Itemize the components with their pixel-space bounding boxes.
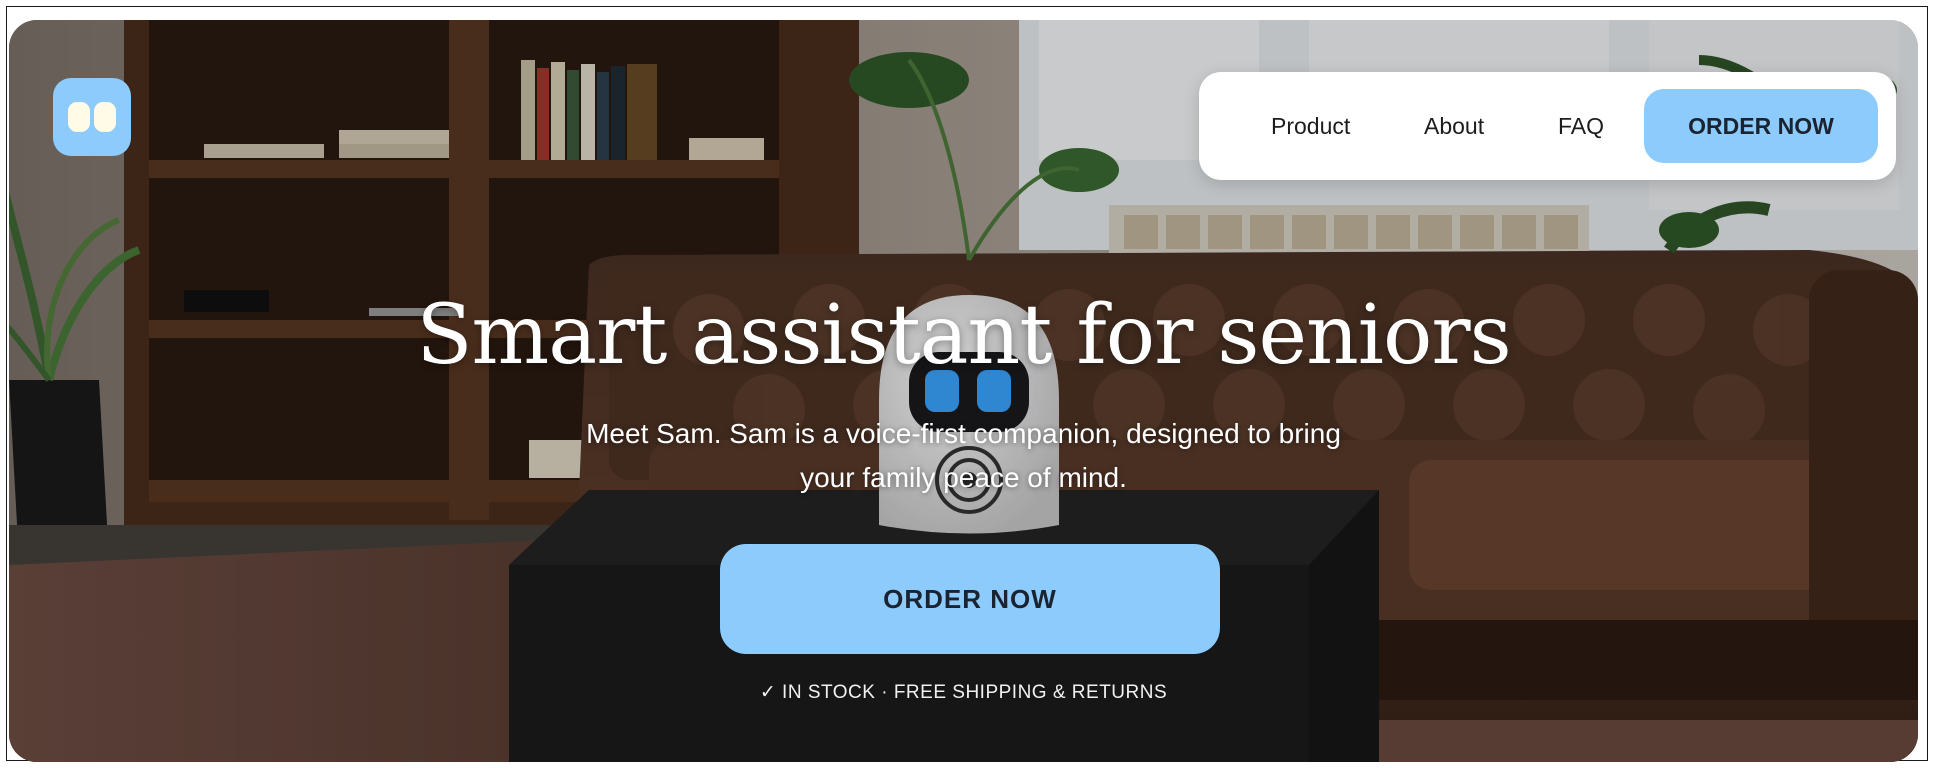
stock-shipping-note: ✓ IN STOCK · FREE SHIPPING & RETURNS xyxy=(759,682,1168,703)
hero-section: Product About FAQ ORDER NOW Smart assist… xyxy=(9,20,1918,762)
nav-link-about[interactable]: About xyxy=(1424,72,1484,180)
hero-subtitle-line-1: Meet Sam. Sam is a voice-first companion… xyxy=(586,418,1341,449)
logo-right-eye xyxy=(94,102,116,132)
nav-order-now-button[interactable]: ORDER NOW xyxy=(1644,89,1878,163)
logo-left-eye xyxy=(68,102,90,132)
nav-link-faq[interactable]: FAQ xyxy=(1558,72,1604,180)
nav-link-product[interactable]: Product xyxy=(1271,72,1350,180)
hero-title: Smart assistant for seniors xyxy=(416,288,1511,383)
hero-subtitle: Meet Sam. Sam is a voice-first companion… xyxy=(9,412,1918,500)
hero-subtitle-line-2: your family peace of mind. xyxy=(800,462,1127,493)
hero-order-now-button[interactable]: ORDER NOW xyxy=(720,544,1220,654)
logo-icon[interactable] xyxy=(53,78,131,156)
top-nav: Product About FAQ ORDER NOW xyxy=(1199,72,1896,180)
